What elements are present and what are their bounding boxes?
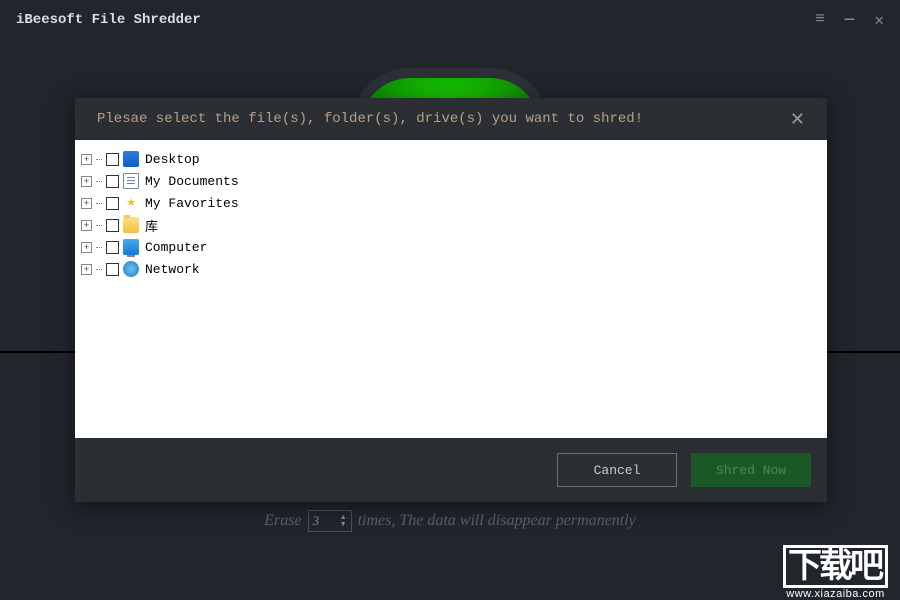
network-icon: [123, 261, 139, 277]
tree-connector: [96, 181, 102, 182]
tree-item-favorites[interactable]: + ★ My Favorites: [81, 192, 821, 214]
checkbox[interactable]: [106, 219, 119, 232]
tree-item-computer[interactable]: + Computer: [81, 236, 821, 258]
tree-item-library[interactable]: + 库: [81, 214, 821, 236]
file-tree[interactable]: + Desktop + My Documents + ★ My Favorite…: [75, 140, 827, 438]
expand-icon[interactable]: +: [81, 220, 92, 231]
window-controls: ≡ — ✕: [815, 10, 884, 30]
tree-label: 库: [145, 216, 158, 235]
tree-connector: [96, 269, 102, 270]
tree-label: My Documents: [145, 174, 239, 189]
dialog-close-icon[interactable]: ✕: [790, 109, 805, 130]
expand-icon[interactable]: +: [81, 264, 92, 275]
dialog-header: Plesae select the file(s), folder(s), dr…: [75, 98, 827, 140]
tree-item-desktop[interactable]: + Desktop: [81, 148, 821, 170]
dialog-footer: Cancel Shred Now: [75, 438, 827, 502]
titlebar: iBeesoft File Shredder ≡ — ✕: [0, 0, 900, 40]
folder-icon: [123, 217, 139, 233]
watermark-url: www.xiazaiba.com: [783, 588, 888, 600]
checkbox[interactable]: [106, 153, 119, 166]
desktop-icon: [123, 151, 139, 167]
erase-settings-row: Erase 3 ▲▼ times, The data will disappea…: [0, 510, 900, 532]
expand-icon[interactable]: +: [81, 198, 92, 209]
tree-connector: [96, 159, 102, 160]
dialog-title: Plesae select the file(s), folder(s), dr…: [97, 111, 790, 127]
expand-icon[interactable]: +: [81, 154, 92, 165]
erase-count-value: 3: [313, 513, 320, 529]
app-title: iBeesoft File Shredder: [16, 12, 815, 28]
tree-item-network[interactable]: + Network: [81, 258, 821, 280]
menu-icon[interactable]: ≡: [815, 10, 825, 30]
tree-label: Network: [145, 262, 200, 277]
expand-icon[interactable]: +: [81, 242, 92, 253]
tree-label: My Favorites: [145, 196, 239, 211]
erase-suffix: times, The data will disappear permanent…: [358, 512, 636, 530]
tree-connector: [96, 203, 102, 204]
erase-prefix: Erase: [264, 512, 301, 530]
watermark: 下载吧 www.xiazaiba.com: [783, 545, 888, 600]
stepper-arrows[interactable]: ▲▼: [340, 514, 347, 528]
erase-count-stepper[interactable]: 3 ▲▼: [308, 510, 352, 532]
tree-label: Desktop: [145, 152, 200, 167]
expand-icon[interactable]: +: [81, 176, 92, 187]
watermark-text: 下载吧: [783, 545, 888, 588]
tree-item-documents[interactable]: + My Documents: [81, 170, 821, 192]
computer-icon: [123, 239, 139, 255]
checkbox[interactable]: [106, 241, 119, 254]
minimize-icon[interactable]: —: [845, 10, 855, 30]
tree-connector: [96, 225, 102, 226]
checkbox[interactable]: [106, 197, 119, 210]
tree-connector: [96, 247, 102, 248]
tree-label: Computer: [145, 240, 207, 255]
file-select-dialog: Plesae select the file(s), folder(s), dr…: [75, 98, 827, 502]
shred-now-button[interactable]: Shred Now: [691, 453, 811, 487]
document-icon: [123, 173, 139, 189]
close-icon[interactable]: ✕: [874, 10, 884, 30]
checkbox[interactable]: [106, 263, 119, 276]
checkbox[interactable]: [106, 175, 119, 188]
star-icon: ★: [123, 195, 139, 211]
cancel-button[interactable]: Cancel: [557, 453, 677, 487]
